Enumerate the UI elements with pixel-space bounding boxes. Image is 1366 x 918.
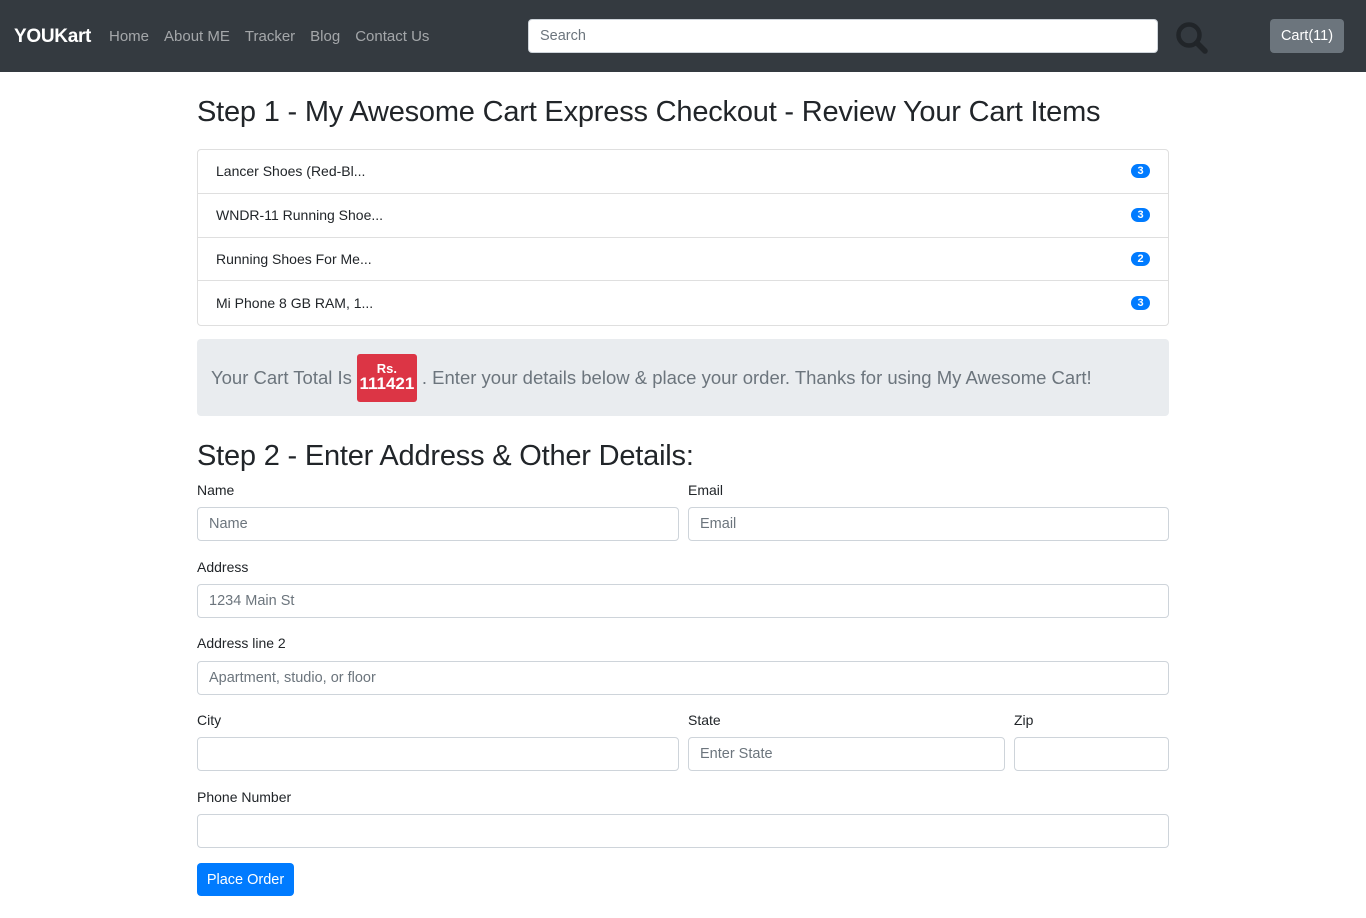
email-label: Email (688, 482, 724, 498)
total-amount: 111421 (359, 374, 415, 394)
address2-label: Address line 2 (197, 635, 286, 651)
item-name: Lancer Shoes (Red-Bl... (216, 163, 366, 180)
cart-items-list: Lancer Shoes (Red-Bl... 3 WNDR-11 Runnin… (197, 149, 1169, 326)
name-label: Name (197, 482, 235, 498)
list-item: WNDR-11 Running Shoe... 3 (198, 194, 1168, 238)
cart-total-prefix: Your Cart Total Is (211, 366, 352, 388)
item-name: Mi Phone 8 GB RAM, 1... (216, 295, 374, 312)
search-icon (1176, 22, 1208, 54)
item-name: WNDR-11 Running Shoe... (216, 207, 384, 224)
cart-total-banner: Your Cart Total Is Rs. 111421 . Enter yo… (197, 339, 1169, 416)
address2-input[interactable] (197, 661, 1169, 695)
quantity-badge: 2 (1131, 251, 1150, 266)
list-item: Mi Phone 8 GB RAM, 1... 3 (198, 281, 1168, 325)
list-item: Running Shoes For Me... 2 (198, 238, 1168, 282)
nav-link-contact[interactable]: Contact Us (355, 28, 429, 45)
list-item: Lancer Shoes (Red-Bl... 3 (198, 150, 1168, 194)
address-label: Address (197, 559, 249, 575)
cart-button[interactable]: Cart(11) (1270, 19, 1344, 53)
state-label: State (688, 712, 721, 728)
navbar: YOUKart Home About ME Tracker Blog Conta… (0, 0, 1366, 72)
nav-link-home[interactable]: Home (109, 28, 149, 45)
currency-label: Rs. (376, 360, 397, 376)
quantity-badge: 3 (1131, 296, 1150, 311)
search-input[interactable] (528, 19, 1158, 53)
name-input[interactable] (197, 507, 679, 541)
state-input[interactable] (688, 737, 1005, 771)
step1-title: Step 1 - My Awesome Cart Express Checkou… (197, 96, 1101, 128)
city-label: City (197, 712, 222, 728)
phone-label: Phone Number (197, 789, 292, 805)
cart-total-suffix: . Enter your details below & place your … (421, 366, 1092, 388)
address-input[interactable] (197, 584, 1169, 618)
zip-input[interactable] (1014, 737, 1169, 771)
search-button[interactable] (1172, 18, 1212, 58)
city-input[interactable] (197, 737, 679, 771)
nav-links: Home About ME Tracker Blog Contact Us (109, 28, 444, 45)
item-name: Running Shoes For Me... (216, 250, 372, 267)
zip-label: Zip (1014, 712, 1034, 728)
email-input[interactable] (688, 507, 1169, 541)
nav-link-tracker[interactable]: Tracker (245, 28, 295, 45)
phone-input[interactable] (197, 814, 1169, 848)
nav-link-about[interactable]: About ME (164, 28, 230, 45)
place-order-button[interactable]: Place Order (197, 863, 294, 896)
quantity-badge: 3 (1131, 164, 1150, 179)
brand-logo[interactable]: YOUKart (14, 26, 91, 48)
step2-title: Step 2 - Enter Address & Other Details: (197, 440, 694, 472)
nav-link-blog[interactable]: Blog (310, 28, 340, 45)
total-price-badge: Rs. 111421 (356, 353, 417, 402)
quantity-badge: 3 (1131, 208, 1150, 223)
